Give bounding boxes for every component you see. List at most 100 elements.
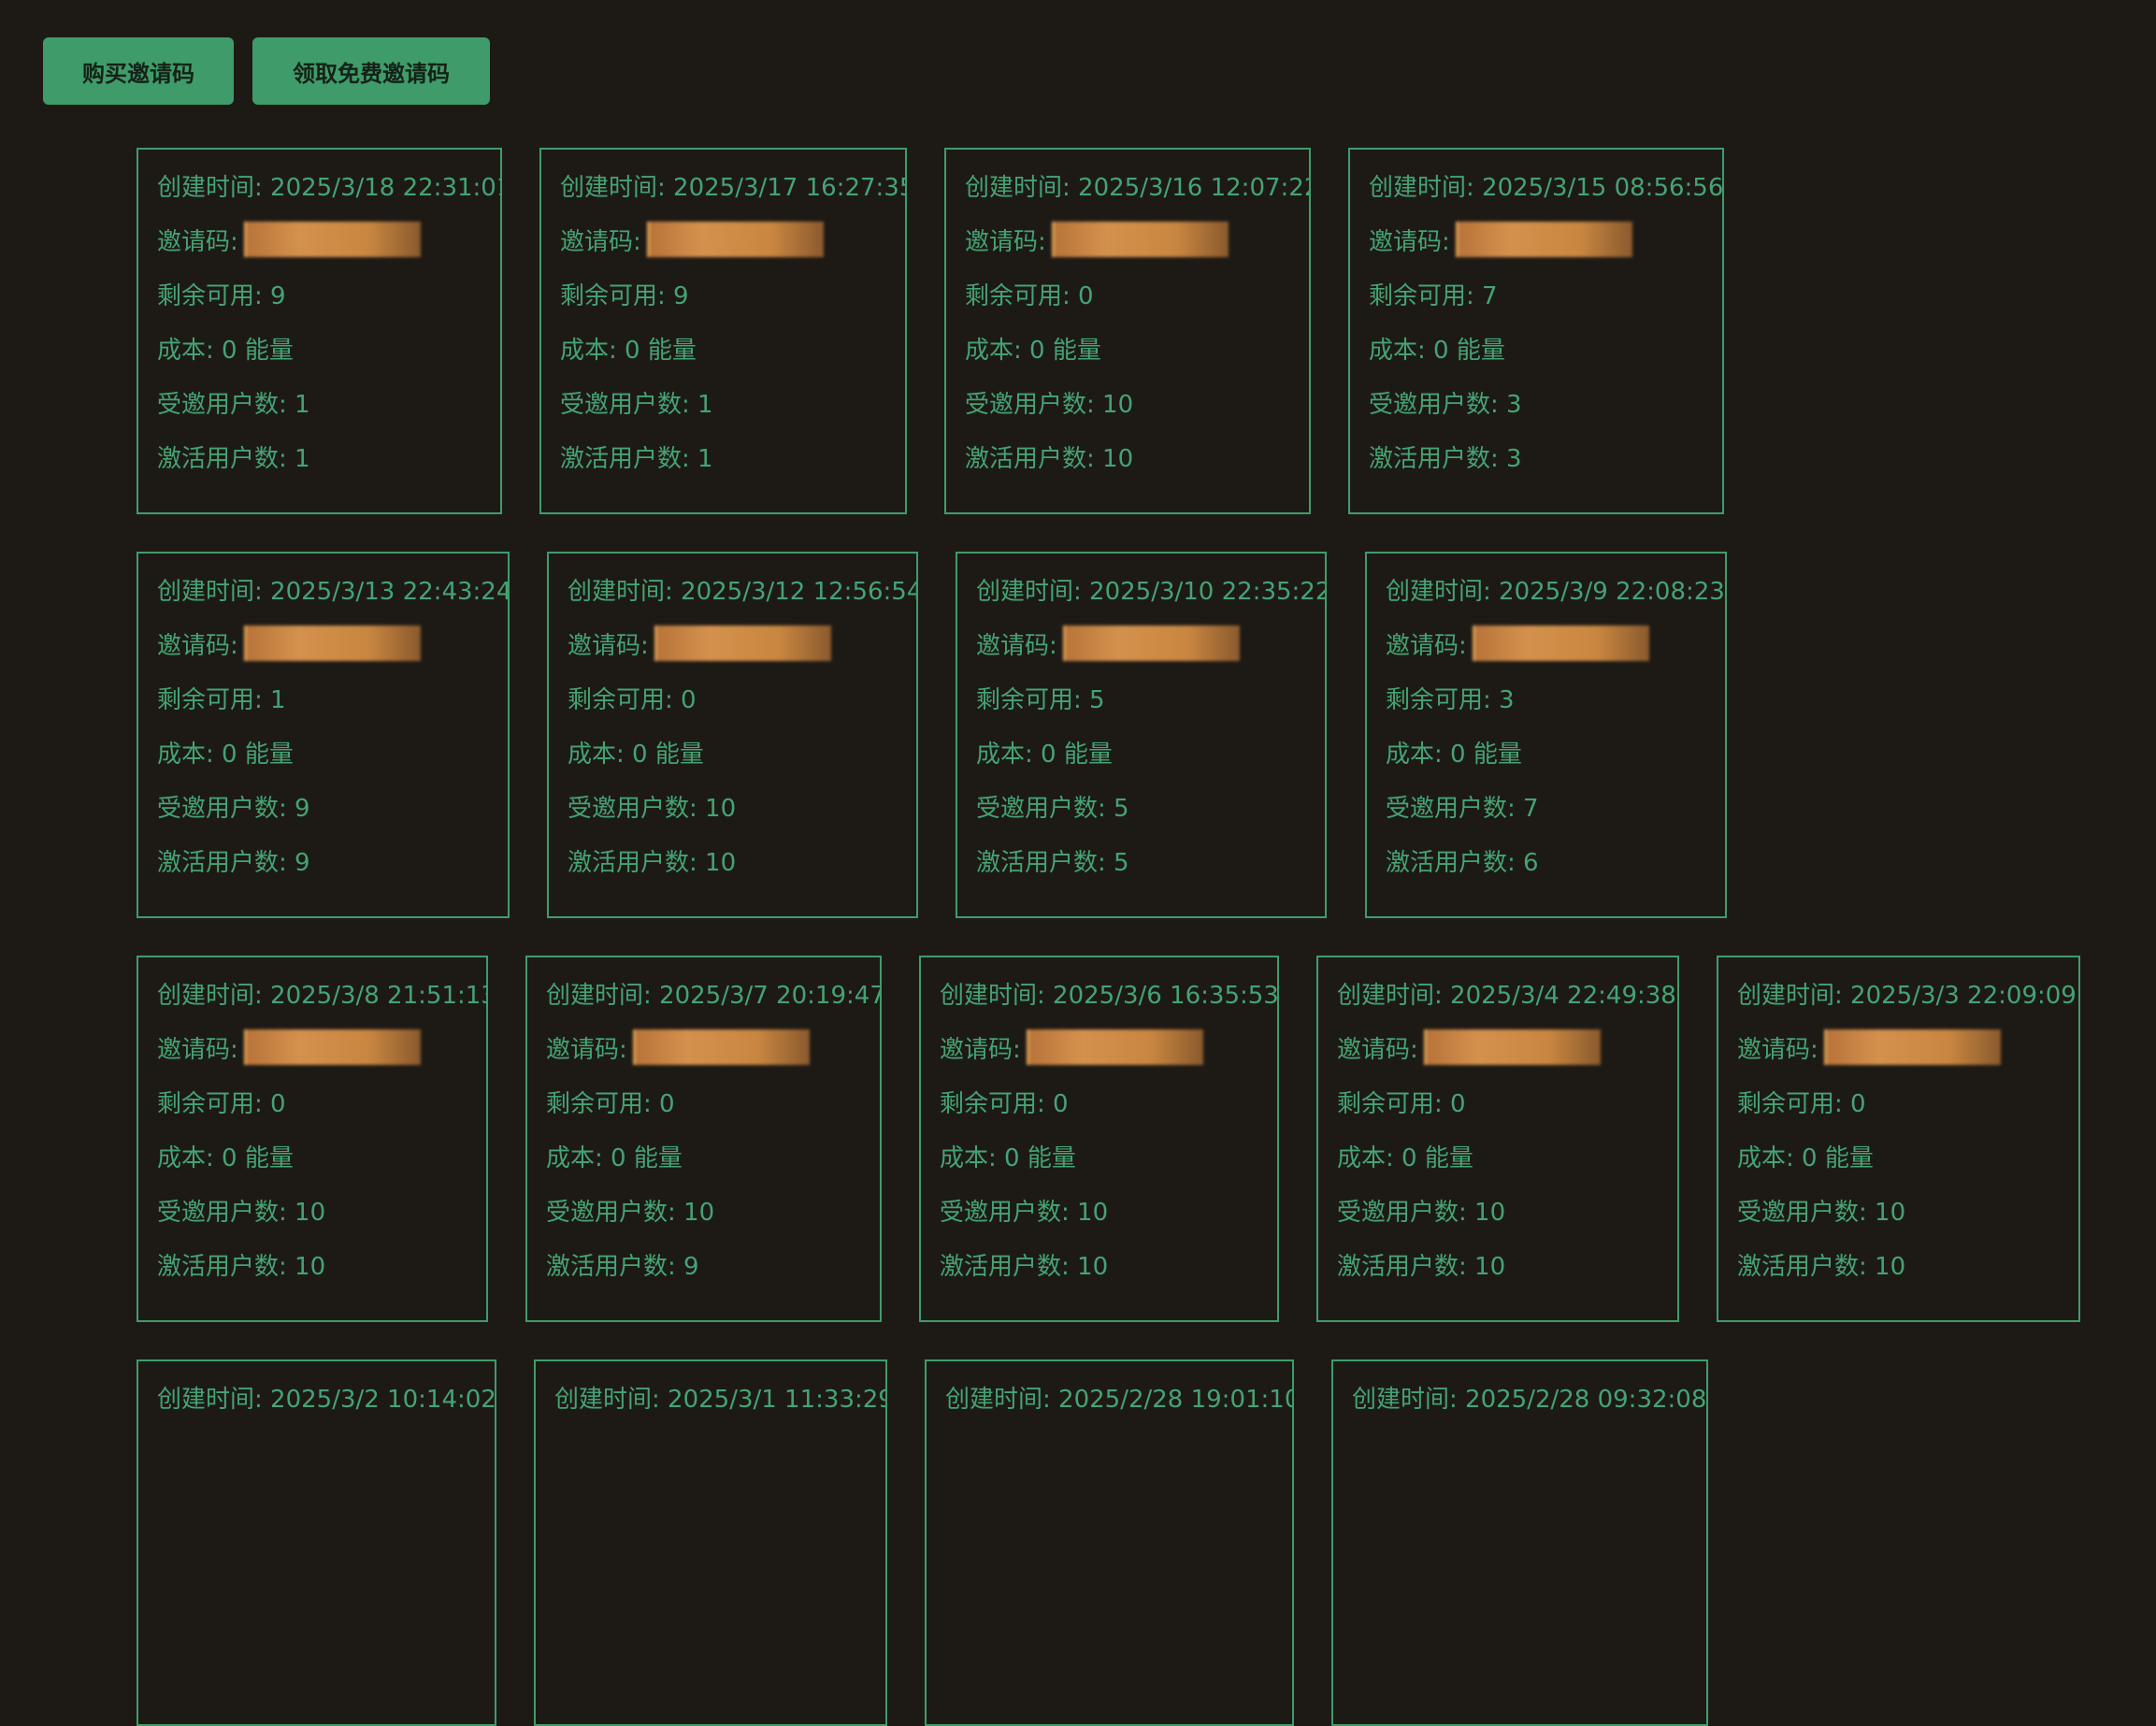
remaining-uses-text-label: 剩余可用: 3 (1386, 685, 1515, 714)
created-time-text-label: 创建时间: 2025/2/28 09:32:08 (1352, 1385, 1707, 1414)
cost-text: 成本: 0 能量 (1386, 733, 1522, 770)
invited-users-text: 受邀用户数: 10 (940, 1191, 1108, 1229)
remaining-uses-text: 剩余可用: 0 (546, 1083, 675, 1120)
invite-code-row: 邀请码: (1369, 221, 1632, 258)
invited-users-text-label: 受邀用户数: 7 (1386, 794, 1539, 823)
activated-users-text-label: 激活用户数: 5 (976, 848, 1129, 877)
redacted-invite-code[interactable] (243, 626, 421, 661)
cost-text-label: 成本: 0 能量 (157, 1143, 294, 1172)
cost-text-label: 成本: 0 能量 (965, 336, 1101, 365)
created-time-text: 创建时间: 2025/2/28 19:01:10 (945, 1378, 1292, 1416)
invite-code-label: 邀请码: (560, 227, 641, 256)
cost-text-label: 成本: 0 能量 (940, 1143, 1076, 1172)
remaining-uses-text: 剩余可用: 1 (157, 679, 286, 716)
invite-code-row: 邀请码: (157, 221, 421, 258)
created-time-text: 创建时间: 2025/3/15 08:56:56 (1369, 166, 1724, 204)
invite-code-card: 创建时间: 2025/3/1 11:33:29 (534, 1359, 887, 1726)
get-free-invite-code-button[interactable]: 领取免费邀请码 (252, 37, 490, 105)
created-time-text: 创建时间: 2025/3/2 10:14:02 (157, 1378, 495, 1416)
redacted-invite-code[interactable] (646, 222, 824, 257)
cost-text: 成本: 0 能量 (568, 733, 704, 770)
invited-users-text-label: 受邀用户数: 10 (157, 1198, 326, 1227)
remaining-uses-text-label: 剩余可用: 0 (546, 1089, 675, 1118)
redacted-invite-code[interactable] (1062, 626, 1240, 661)
activated-users-text-label: 激活用户数: 1 (560, 444, 713, 473)
invite-code-card: 创建时间: 2025/3/2 10:14:02 (137, 1359, 496, 1726)
redacted-invite-code[interactable] (1051, 222, 1229, 257)
created-time-text-label: 创建时间: 2025/3/16 12:07:22 (965, 173, 1311, 202)
invited-users-text: 受邀用户数: 3 (1369, 383, 1522, 421)
invite-code-row: 邀请码: (1386, 625, 1649, 662)
activated-users-text-label: 激活用户数: 10 (1737, 1252, 1906, 1281)
invite-code-card: 创建时间: 2025/3/16 12:07:22 邀请码: 剩余可用: 0 成本: 0… (944, 148, 1311, 514)
created-time-text-label: 创建时间: 2025/3/6 16:35:53 (940, 981, 1279, 1010)
created-time-text-label: 创建时间: 2025/3/17 16:27:35 (560, 173, 907, 202)
activated-users-text: 激活用户数: 10 (1337, 1245, 1505, 1283)
created-time-text: 创建时间: 2025/3/8 21:51:13 (157, 974, 486, 1012)
invite-code-card: 创建时间: 2025/3/15 08:56:56 邀请码: 剩余可用: 7 成本: 0… (1348, 148, 1724, 514)
cost-text-label: 成本: 0 能量 (1337, 1143, 1473, 1172)
invited-users-text: 受邀用户数: 10 (568, 787, 736, 825)
activated-users-text: 激活用户数: 5 (976, 841, 1129, 879)
activated-users-text-label: 激活用户数: 9 (546, 1252, 699, 1281)
created-time-text-label: 创建时间: 2025/3/1 11:33:29 (554, 1385, 887, 1414)
invite-code-label: 邀请码: (976, 631, 1057, 660)
redacted-invite-code[interactable] (243, 222, 421, 257)
invited-users-text-label: 受邀用户数: 10 (1337, 1198, 1506, 1227)
invited-users-text: 受邀用户数: 10 (965, 383, 1133, 421)
cost-text: 成本: 0 能量 (157, 733, 294, 770)
created-time-text: 创建时间: 2025/3/13 22:43:24 (157, 570, 510, 608)
invite-code-card: 创建时间: 2025/3/10 22:35:22 邀请码: 剩余可用: 5 成本: 0… (956, 552, 1327, 918)
redacted-invite-code[interactable] (1823, 1029, 2001, 1065)
remaining-uses-text: 剩余可用: 0 (1737, 1083, 1866, 1120)
remaining-uses-text: 剩余可用: 5 (976, 679, 1105, 716)
invite-code-label: 邀请码: (568, 631, 649, 660)
activated-users-text: 激活用户数: 10 (940, 1245, 1108, 1283)
redacted-invite-code[interactable] (1026, 1029, 1203, 1065)
remaining-uses-text-label: 剩余可用: 0 (568, 685, 697, 714)
buy-invite-code-button[interactable]: 购买邀请码 (43, 37, 234, 105)
remaining-uses-text: 剩余可用: 9 (560, 275, 689, 312)
created-time-text-label: 创建时间: 2025/3/13 22:43:24 (157, 577, 510, 606)
remaining-uses-text-label: 剩余可用: 0 (157, 1089, 286, 1118)
invited-users-text: 受邀用户数: 1 (560, 383, 713, 421)
remaining-uses-text-label: 剩余可用: 5 (976, 685, 1105, 714)
invite-code-label: 邀请码: (965, 227, 1046, 256)
invited-users-text: 受邀用户数: 5 (976, 787, 1129, 825)
remaining-uses-text: 剩余可用: 3 (1386, 679, 1515, 716)
redacted-invite-code[interactable] (654, 626, 831, 661)
created-time-text: 创建时间: 2025/3/3 22:09:09 (1737, 974, 2077, 1012)
remaining-uses-text: 剩余可用: 0 (1337, 1083, 1466, 1120)
redacted-invite-code[interactable] (632, 1029, 810, 1065)
created-time-text-label: 创建时间: 2025/3/15 08:56:56 (1369, 173, 1724, 202)
invite-code-label: 邀请码: (546, 1035, 627, 1064)
invited-users-text: 受邀用户数: 10 (157, 1191, 325, 1229)
cost-text-label: 成本: 0 能量 (976, 740, 1113, 769)
activated-users-text-label: 激活用户数: 6 (1386, 848, 1539, 877)
cost-text: 成本: 0 能量 (965, 329, 1101, 367)
activated-users-text: 激活用户数: 1 (560, 438, 713, 475)
invite-code-card: 创建时间: 2025/3/12 12:56:54 邀请码: 剩余可用: 0 成本: 0… (547, 552, 918, 918)
invited-users-text-label: 受邀用户数: 9 (157, 794, 310, 823)
created-time-text: 创建时间: 2025/3/9 22:08:23 (1386, 570, 1725, 608)
cost-text-label: 成本: 0 能量 (560, 336, 697, 365)
activated-users-text-label: 激活用户数: 10 (568, 848, 737, 877)
cost-text: 成本: 0 能量 (157, 329, 294, 367)
redacted-invite-code[interactable] (1423, 1029, 1601, 1065)
invite-code-label: 邀请码: (940, 1035, 1021, 1064)
cost-text: 成本: 0 能量 (560, 329, 697, 367)
invite-code-row: 邀请码: (157, 625, 421, 662)
activated-users-text: 激活用户数: 3 (1369, 438, 1522, 475)
invite-code-label: 邀请码: (157, 1035, 238, 1064)
redacted-invite-code[interactable] (1455, 222, 1632, 257)
invite-code-card: 创建时间: 2025/3/4 22:49:38 邀请码: 剩余可用: 0 成本: 0 … (1316, 956, 1679, 1322)
redacted-invite-code[interactable] (1472, 626, 1649, 661)
created-time-text: 创建时间: 2025/3/6 16:35:53 (940, 974, 1279, 1012)
remaining-uses-text: 剩余可用: 9 (157, 275, 286, 312)
invite-code-label: 邀请码: (1337, 1035, 1418, 1064)
remaining-uses-text: 剩余可用: 7 (1369, 275, 1498, 312)
activated-users-text: 激活用户数: 6 (1386, 841, 1539, 879)
cost-text-label: 成本: 0 能量 (1386, 740, 1522, 769)
redacted-invite-code[interactable] (243, 1029, 421, 1065)
created-time-text-label: 创建时间: 2025/3/10 22:35:22 (976, 577, 1327, 606)
